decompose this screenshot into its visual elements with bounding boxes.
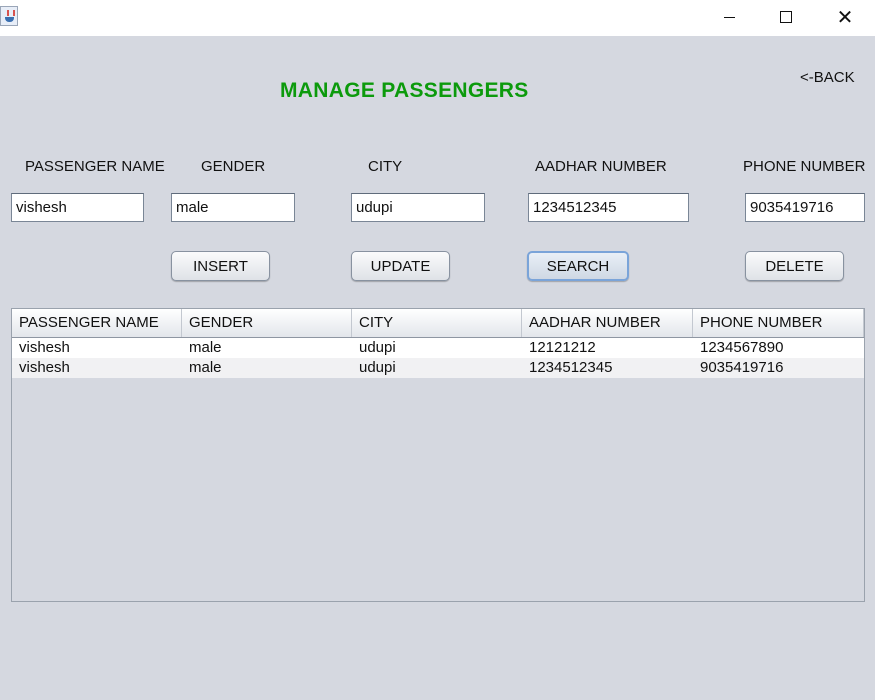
table-cell: udupi — [359, 359, 396, 376]
table-cell: vishesh — [19, 339, 70, 356]
update-button[interactable]: UPDATE — [351, 251, 450, 281]
column-header-gender[interactable]: GENDER — [182, 309, 352, 337]
table-row[interactable]: vishesh male udupi 12121212 1234567890 — [12, 338, 864, 358]
column-header-aadhar-number[interactable]: AADHAR NUMBER — [522, 309, 693, 337]
phone-number-label: PHONE NUMBER — [743, 158, 866, 175]
maximize-icon — [780, 11, 792, 23]
aadhar-number-input[interactable] — [528, 193, 689, 222]
back-link[interactable]: <-BACK — [800, 69, 855, 86]
gender-input[interactable] — [171, 193, 295, 222]
passenger-name-label: PASSENGER NAME — [25, 158, 165, 175]
search-button[interactable]: SEARCH — [527, 251, 629, 281]
java-cup-icon — [0, 6, 18, 26]
column-header-passenger-name[interactable]: PASSENGER NAME — [12, 309, 182, 337]
window-titlebar: ✕ — [0, 0, 877, 36]
insert-button[interactable]: INSERT — [171, 251, 270, 281]
maximize-button[interactable] — [763, 0, 809, 34]
table-cell: male — [189, 359, 222, 376]
gender-label: GENDER — [201, 158, 266, 175]
delete-button[interactable]: DELETE — [745, 251, 844, 281]
close-button[interactable]: ✕ — [822, 0, 868, 34]
column-header-city[interactable]: CITY — [352, 309, 522, 337]
passenger-name-input[interactable] — [11, 193, 144, 222]
close-icon: ✕ — [836, 5, 854, 29]
city-label: CITY — [368, 158, 403, 175]
table-cell: male — [189, 339, 222, 356]
passengers-table[interactable]: PASSENGER NAME GENDER CITY AADHAR NUMBER… — [11, 308, 865, 602]
table-header: PASSENGER NAME GENDER CITY AADHAR NUMBER… — [12, 309, 864, 338]
city-input[interactable] — [351, 193, 485, 222]
phone-number-input[interactable] — [745, 193, 865, 222]
table-cell: 1234567890 — [700, 339, 784, 356]
table-cell: 1234512345 — [529, 359, 613, 376]
page-title: MANAGE PASSENGERS — [280, 79, 529, 102]
column-header-phone-number[interactable]: PHONE NUMBER — [693, 309, 864, 337]
table-cell: 9035419716 — [700, 359, 784, 376]
table-cell: vishesh — [19, 359, 70, 376]
table-cell: 12121212 — [529, 339, 596, 356]
table-row[interactable]: vishesh male udupi 1234512345 9035419716 — [12, 358, 864, 378]
table-body: vishesh male udupi 12121212 1234567890 v… — [12, 338, 864, 378]
minimize-icon — [723, 16, 735, 18]
aadhar-number-label: AADHAR NUMBER — [535, 158, 667, 175]
table-cell: udupi — [359, 339, 396, 356]
minimize-button[interactable] — [706, 0, 752, 34]
